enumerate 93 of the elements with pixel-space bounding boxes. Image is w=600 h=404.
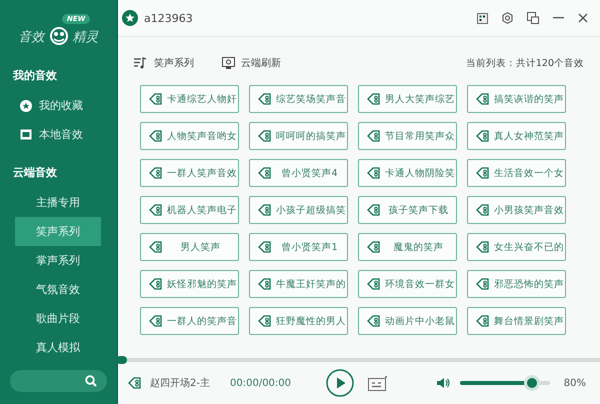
tag-icon	[476, 93, 490, 105]
tag-icon	[149, 167, 163, 179]
section-title: 我的音效	[12, 68, 58, 84]
volume-thumb[interactable]	[526, 378, 537, 388]
sidebar-item[interactable]: 主播专用	[15, 188, 101, 217]
tag-icon	[367, 315, 381, 327]
tag-icon	[258, 204, 272, 216]
sound-button[interactable]: 牛魔王奸笑声的	[249, 270, 348, 298]
logo-text: 音效	[18, 29, 44, 46]
avatar-icon	[122, 10, 138, 26]
sidebar-item[interactable]: 真人模拟	[15, 333, 101, 362]
close-icon[interactable]	[578, 13, 588, 23]
tag-icon	[258, 93, 272, 105]
track-time: 00:00/00:00	[230, 378, 292, 388]
play-button[interactable]	[326, 369, 354, 397]
list-summary: 当前列表：共计120个音效	[466, 56, 584, 70]
tag-icon	[149, 93, 163, 105]
sound-button[interactable]: 呵呵呵的搞笑声	[249, 122, 348, 150]
tag-icon	[258, 167, 272, 179]
section-title: 云端音效	[12, 165, 58, 181]
tag-icon	[149, 278, 163, 290]
sidebar-item[interactable]: 我的收藏	[15, 91, 101, 120]
tag-icon	[258, 130, 272, 142]
tag-icon	[149, 204, 163, 216]
tag-icon	[258, 315, 272, 327]
track-tag-icon	[128, 377, 142, 389]
sound-button[interactable]: 节目常用笑声众	[358, 122, 457, 150]
sound-button[interactable]: 孩子笑声下载	[358, 196, 457, 224]
sound-button[interactable]: 一群人的笑声音	[140, 307, 239, 335]
window-icon[interactable]	[527, 12, 539, 24]
sound-button[interactable]: 男人大笑声综艺	[358, 85, 457, 113]
music-list-icon	[134, 57, 148, 69]
star-icon	[20, 100, 32, 112]
sidebar-item[interactable]: 气氛音效	[15, 275, 101, 304]
sound-button[interactable]: 邪恶恐怖的笑声	[467, 270, 566, 298]
sound-button[interactable]: 魔鬼的笑声	[358, 233, 457, 261]
sound-button[interactable]: 卡通人物阴险笑	[358, 159, 457, 187]
sound-button[interactable]: 卡通综艺人物奸	[140, 85, 239, 113]
sound-button[interactable]: 狂野魔性的男人	[249, 307, 348, 335]
sidebar-item[interactable]: 歌曲片段	[15, 304, 101, 333]
sound-button[interactable]: 综艺笑场笑声音	[249, 85, 348, 113]
tag-icon	[476, 167, 490, 179]
tag-icon	[476, 315, 490, 327]
tag-icon	[149, 241, 163, 253]
sound-button[interactable]: 曾小贤笑声1	[249, 233, 348, 261]
sound-button[interactable]: 机器人笑声电子	[140, 196, 239, 224]
tag-icon	[367, 93, 381, 105]
tag-icon	[367, 204, 381, 216]
tag-icon	[149, 130, 163, 142]
tag-icon	[258, 241, 272, 253]
tag-icon	[476, 130, 490, 142]
sound-button[interactable]: 人物笑声音哟女	[140, 122, 239, 150]
category-label[interactable]: 笑声系列	[154, 56, 194, 70]
sound-button[interactable]: 搞笑诙谐的笑声	[467, 85, 566, 113]
sound-button[interactable]: 曾小贤笑声4	[249, 159, 348, 187]
sound-button[interactable]: 妖怪邪魅的笑声	[140, 270, 239, 298]
monitor-icon	[222, 57, 235, 69]
tag-icon	[367, 241, 381, 253]
sidebar-item[interactable]: 笑声系列	[15, 217, 101, 246]
lyrics-icon[interactable]	[368, 376, 387, 390]
tag-icon	[367, 278, 381, 290]
settings-icon[interactable]	[502, 12, 513, 24]
tag-icon	[476, 278, 490, 290]
tag-icon	[476, 241, 490, 253]
refresh-link[interactable]: 云端刷新	[241, 56, 281, 70]
tag-icon	[367, 167, 381, 179]
logo-text: 精灵	[72, 29, 98, 46]
search-field[interactable]	[10, 370, 107, 392]
progress-thumb[interactable]	[116, 356, 127, 364]
sound-button[interactable]: 男人笑声	[140, 233, 239, 261]
sidebar-item[interactable]: 掌声系列	[15, 246, 101, 275]
sound-button[interactable]: 真人女神范笑声	[467, 122, 566, 150]
sound-button[interactable]: 环境音效一群女	[358, 270, 457, 298]
tag-icon	[367, 130, 381, 142]
minimize-icon[interactable]	[553, 17, 564, 19]
tag-icon	[149, 315, 163, 327]
grid-icon[interactable]	[477, 12, 488, 24]
volume-reading: 80%	[564, 378, 586, 388]
sound-button[interactable]: 生活音效一个女	[467, 159, 566, 187]
sound-button[interactable]: 小孩子超级搞笑	[249, 196, 348, 224]
sound-button[interactable]: 舞台情景剧笑声	[467, 307, 566, 335]
sound-button[interactable]: 女生兴奋不已的	[467, 233, 566, 261]
sound-button[interactable]: 小男孩笑声音效	[467, 196, 566, 224]
search-icon	[85, 375, 97, 387]
sidebar-item[interactable]: 本地音效	[15, 120, 101, 149]
user-name: a123963	[144, 12, 194, 24]
sound-button[interactable]: 一群人笑声音效	[140, 159, 239, 187]
tag-icon	[258, 278, 272, 290]
volume-icon[interactable]	[436, 377, 450, 389]
sound-button[interactable]: 动画片中小老鼠	[358, 307, 457, 335]
frame-icon	[20, 129, 32, 140]
tag-icon	[476, 204, 490, 216]
track-title: 赵四开场2-主	[150, 376, 211, 390]
